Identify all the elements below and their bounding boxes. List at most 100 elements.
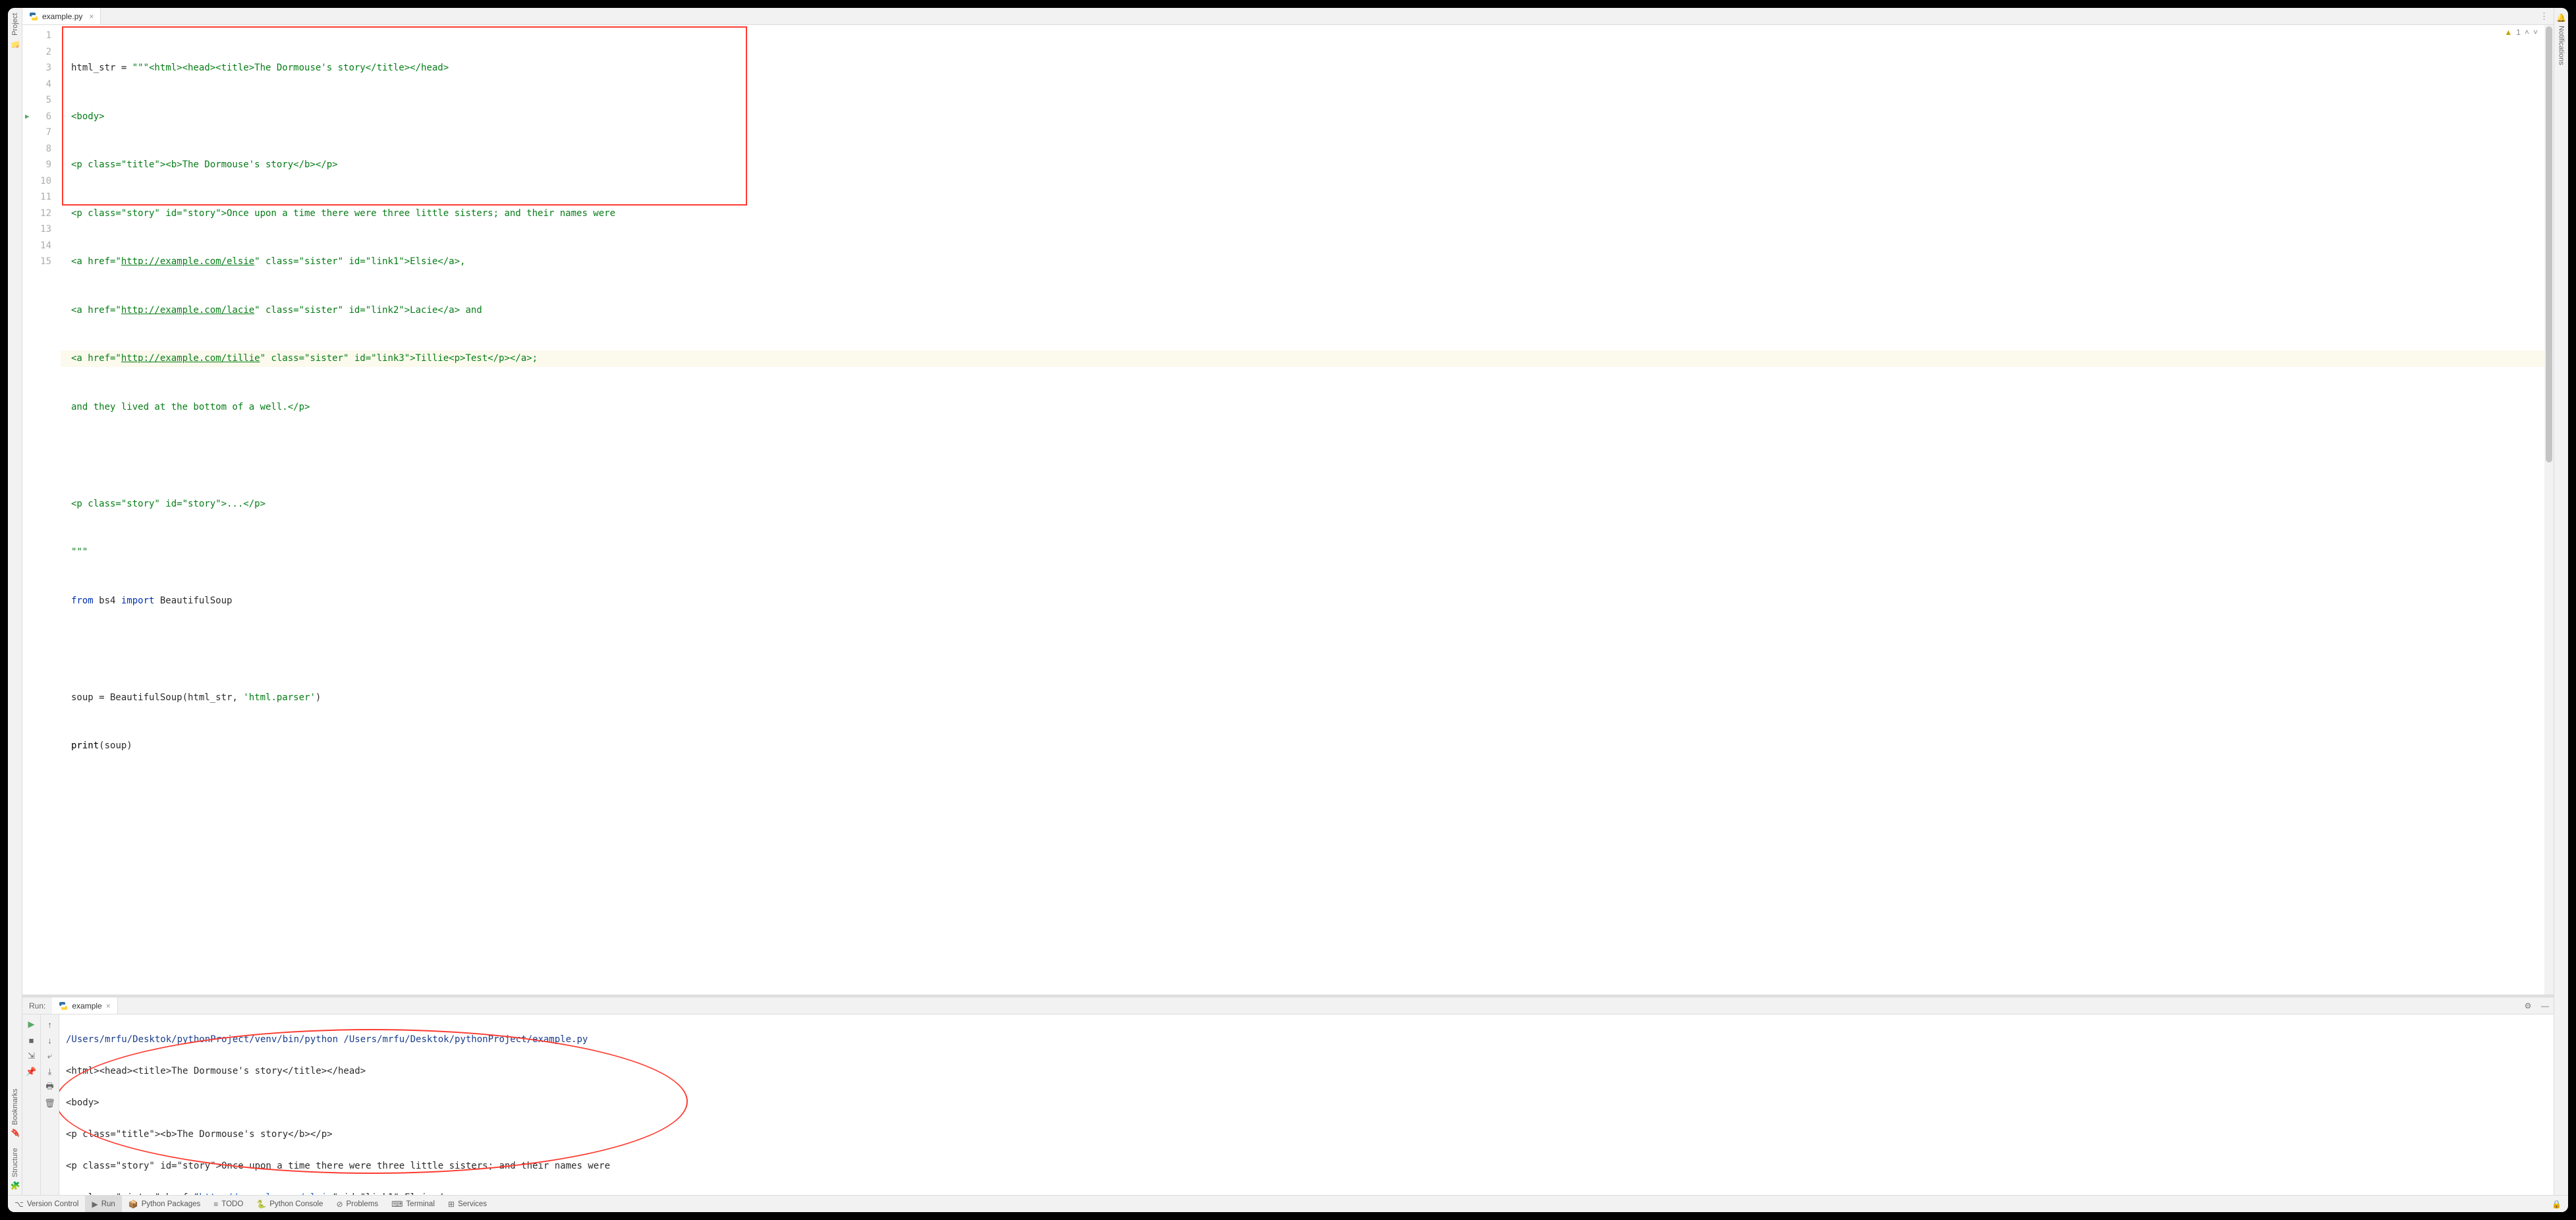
up-stack-button[interactable]: ↑ [43,1017,57,1032]
todo-tool-button[interactable]: ≡ TODO [207,1196,250,1212]
console-line: <body> [66,1095,2547,1111]
warning-icon: ▲ [2504,28,2512,37]
scrollbar-thumb[interactable] [2546,26,2552,462]
right-tool-rail: 🔔 Notifications [2554,8,2568,1195]
soft-wrap-button[interactable]: ⤶ [43,1049,57,1063]
line-number: 7 [22,125,51,141]
close-tab-button[interactable]: × [89,12,94,21]
services-tool-button[interactable]: ⊞ Services [441,1196,493,1212]
line-number: 10 [22,173,51,190]
notifications-tool-label: Notifications [2558,26,2565,65]
line-number: ▶6 [22,109,51,125]
vcs-label: Version Control [27,1200,79,1208]
run-title: Run: [22,997,52,1014]
stop-button[interactable]: ■ [24,1033,39,1047]
bookmarks-tool-label: Bookmarks [11,1089,19,1125]
warning-count: 1 [2516,28,2521,37]
run-label: Run [101,1200,115,1208]
line-number: 5 [22,92,51,109]
line-number: 14 [22,238,51,254]
run-settings-button[interactable]: ⚙ [2519,997,2536,1014]
chevron-up-icon[interactable]: ˄ [2525,28,2529,37]
notifications-tool-button[interactable]: 🔔 Notifications [2557,8,2566,70]
run-tool-button[interactable]: ▶ Run [85,1196,121,1212]
line-number: 12 [22,206,51,222]
run-hide-button[interactable]: — [2536,997,2554,1014]
console-command-line: /Users/mrfu/Desktok/pythonProject/venv/b… [66,1032,2547,1047]
lock-icon: 🔒 [2552,1200,2562,1209]
pin-button[interactable]: 📌 [24,1065,39,1079]
python-packages-label: Python Packages [142,1200,201,1208]
python-console-button[interactable]: 🐍 Python Console [250,1196,329,1212]
minimize-icon: — [2541,1001,2549,1011]
terminal-label: Terminal [406,1200,434,1208]
terminal-icon: ⌨ [391,1200,403,1209]
down-stack-button[interactable]: ↓ [43,1033,57,1047]
console-line: <html><head><title>The Dormouse's story<… [66,1063,2547,1079]
clear-button[interactable]: 🗑 [43,1096,57,1111]
inspection-widget[interactable]: ▲ 1 ˄ ˅ [2504,28,2538,37]
folder-icon: 📁 [11,38,20,48]
terminal-tool-button[interactable]: ⌨ Terminal [385,1196,441,1212]
status-lock-button[interactable]: 🔒 [2545,1196,2568,1212]
branch-icon: ⌥ [14,1200,24,1209]
python-console-label: Python Console [269,1200,323,1208]
editor-scrollbar[interactable] [2544,25,2554,995]
problems-icon: ⊘ [336,1200,343,1209]
project-tool-label: Project [11,13,19,36]
line-number: 8 [22,141,51,157]
structure-tool-button[interactable]: 🧩 Structure [11,1143,20,1195]
line-number: 1 [22,28,51,44]
python-file-icon [29,12,38,21]
python-icon: 🐍 [256,1200,266,1209]
run-icon: ▶ [92,1200,98,1209]
line-gutter: 1 2 3 4 5 ▶6 7 8 9 10 11 12 13 14 15 [22,25,61,995]
services-icon: ⊞ [448,1200,455,1209]
tab-overflow-button[interactable]: ⋮ [2534,8,2554,24]
console-output[interactable]: /Users/mrfu/Desktok/pythonProject/venv/b… [59,1014,2554,1195]
line-number: 9 [22,157,51,173]
layout-button[interactable]: ⇲ [24,1049,39,1063]
bell-icon: 🔔 [2557,13,2566,23]
editor-tab-example[interactable]: example.py × [22,8,101,24]
code-area[interactable]: html_str = """<html><head><title>The Dor… [61,25,2554,995]
list-icon: ≡ [213,1200,218,1209]
structure-tool-label: Structure [11,1148,19,1178]
services-label: Services [458,1200,487,1208]
line-number: 13 [22,221,51,238]
close-run-tab-button[interactable]: × [106,1001,111,1011]
editor-tab-label: example.py [42,12,82,21]
project-tool-button[interactable]: 📁 Project [11,8,20,53]
vcs-tool-button[interactable]: ⌥ Version Control [8,1196,85,1212]
run-console-toolbar: ↑ ↓ ⤶ ⤓ 🖶 🗑 [41,1014,59,1195]
left-tool-rail: 📁 Project 🔖 Bookmarks 🧩 Structure [8,8,22,1195]
rerun-button[interactable]: ▶ [24,1017,39,1032]
run-header: Run: example × ⚙ — [22,997,2554,1014]
run-tool-window: Run: example × ⚙ — ▶ ■ ⇲ 📌 [22,997,2554,1195]
run-left-toolbar: ▶ ■ ⇲ 📌 [22,1014,41,1195]
gutter-run-icon[interactable]: ▶ [25,109,30,125]
line-number: 11 [22,189,51,206]
run-config-name: example [72,1001,101,1011]
ide-window: 📁 Project 🔖 Bookmarks 🧩 Structure 🔔 Noti… [8,8,2568,1212]
chevron-down-icon[interactable]: ˅ [2533,28,2538,37]
status-bar: ⌥ Version Control ▶ Run 📦 Python Package… [8,1195,2568,1212]
console-line: <p class="title"><b>The Dormouse's story… [66,1126,2547,1142]
code-editor[interactable]: 1 2 3 4 5 ▶6 7 8 9 10 11 12 13 14 15 htm… [22,25,2554,995]
main-column: example.py × ⋮ 1 2 3 4 5 ▶6 7 8 9 10 11 … [22,8,2554,1195]
run-config-tab[interactable]: example × [52,997,117,1014]
problems-label: Problems [347,1200,379,1208]
problems-tool-button[interactable]: ⊘ Problems [329,1196,385,1212]
line-number: 3 [22,60,51,76]
console-line: <p class="story" id="story">Once upon a … [66,1158,2547,1174]
editor-tabbar: example.py × ⋮ [22,8,2554,25]
todo-label: TODO [221,1200,243,1208]
gear-icon: ⚙ [2525,1001,2532,1011]
line-number: 2 [22,44,51,61]
bookmarks-tool-button[interactable]: 🔖 Bookmarks [11,1084,20,1143]
print-button[interactable]: 🖶 [43,1080,57,1095]
scroll-end-button[interactable]: ⤓ [43,1065,57,1079]
python-packages-button[interactable]: 📦 Python Packages [122,1196,207,1212]
structure-icon: 🧩 [11,1180,20,1190]
console-line: <a class="sister" href="http://example.c… [66,1190,2547,1195]
